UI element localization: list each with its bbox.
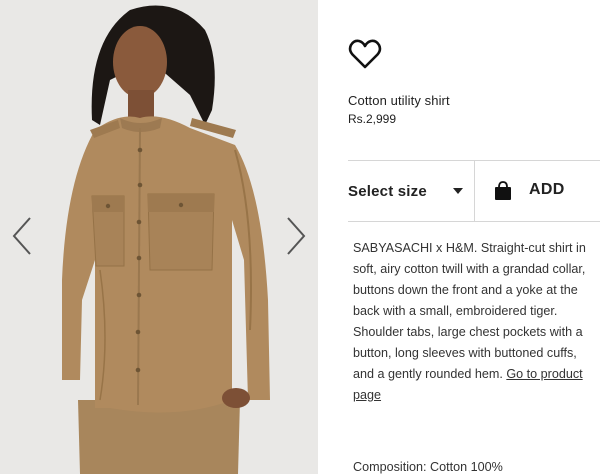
product-description: SABYASACHI x H&M. Straight-cut shirt in … [353, 238, 600, 406]
product-info-panel: Cotton utility shirt Rs.2,999 Select siz… [318, 0, 600, 474]
previous-image-button[interactable] [6, 212, 36, 260]
divider [348, 221, 600, 222]
product-price: Rs.2,999 [348, 112, 397, 126]
next-image-button[interactable] [282, 212, 312, 260]
add-to-bag-button[interactable]: ADD [475, 161, 600, 221]
wishlist-button[interactable] [348, 38, 382, 70]
description-text: SABYASACHI x H&M. Straight-cut shirt in … [353, 241, 586, 381]
shopping-bag-icon [495, 181, 511, 200]
chevron-left-icon [12, 217, 31, 255]
size-select[interactable]: Select size [348, 161, 474, 221]
size-select-label: Select size [348, 182, 427, 200]
model-photo [0, 0, 318, 474]
add-button-label: ADD [529, 181, 565, 198]
chevron-right-icon [287, 217, 306, 255]
product-title: Cotton utility shirt [348, 93, 450, 108]
product-image [0, 0, 318, 474]
heart-outline-icon [348, 39, 382, 69]
caret-down-icon [453, 188, 463, 194]
composition-text: Composition: Cotton 100% [353, 460, 503, 474]
